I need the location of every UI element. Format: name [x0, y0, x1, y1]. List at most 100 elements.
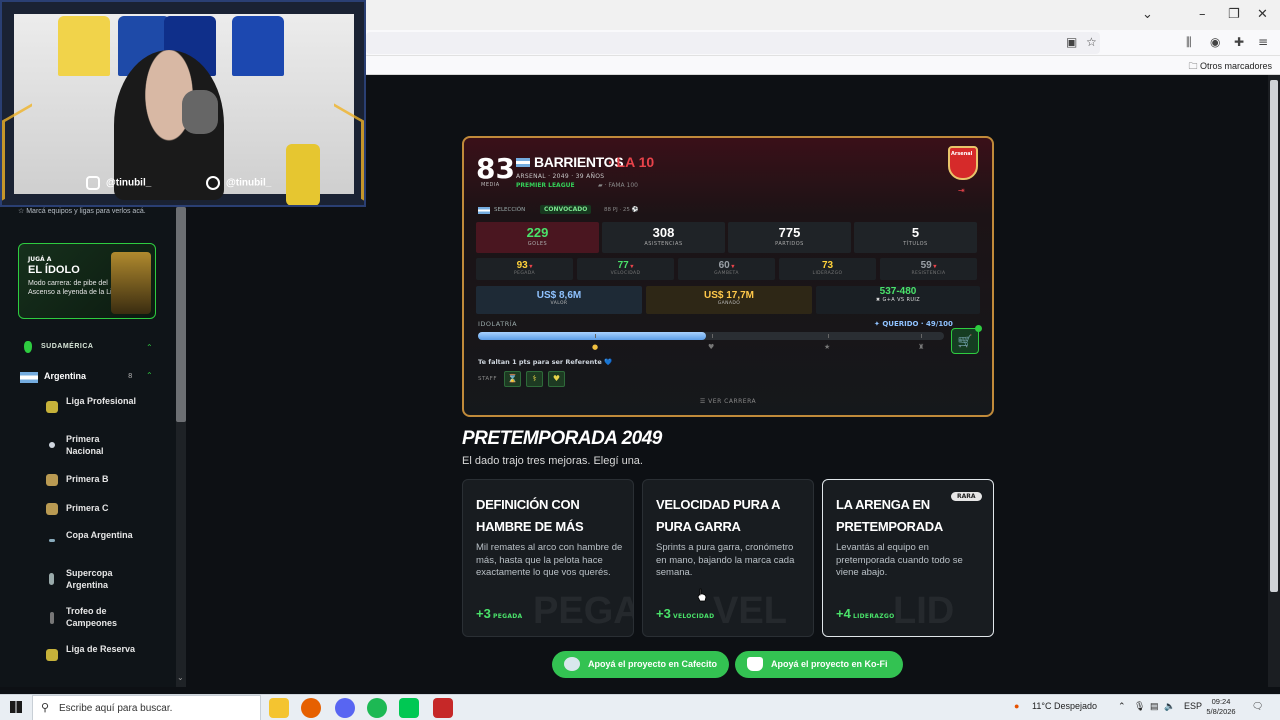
option-watermark: VEL — [713, 590, 787, 632]
idolatry-milestone-tick — [712, 334, 713, 338]
option-bonus: +3 — [656, 606, 671, 621]
account-icon[interactable]: ◉ — [1210, 35, 1220, 49]
national-team-stats: 88 PJ · 25 ⚽ — [604, 207, 639, 213]
webcam-overlay: @tinubil_ @tinubil_ — [0, 0, 366, 207]
library-icon[interactable]: ⫼ — [1186, 35, 1192, 50]
stat-assists: 308 ASISTENCIAS — [602, 222, 725, 253]
league-dot-icon — [49, 442, 55, 448]
country-league-count: 8 — [128, 372, 133, 380]
frame-right-decoration — [334, 103, 364, 201]
attr-liderazgo: 73 LIDERAZGO — [779, 258, 876, 280]
folder-icon: 🗀 — [1188, 61, 1200, 71]
preseason-title: PRETEMPORADA 2049 — [462, 428, 662, 449]
option-description: Mil remates al arco con hambre de más, h… — [476, 542, 623, 578]
league-name: Primera B — [66, 474, 109, 484]
menu-icon[interactable]: ≡ — [1258, 35, 1268, 49]
url-field[interactable] — [366, 32, 1100, 54]
staff-physio-icon[interactable]: ⚕ — [526, 371, 543, 387]
staff-trainer-icon[interactable]: ⌛ — [504, 371, 521, 387]
logout-icon[interactable]: ⇥ — [958, 186, 965, 195]
league-name: Primera C — [66, 503, 109, 513]
weather-text[interactable]: 11°C Despejado — [1032, 701, 1097, 711]
league-crest-icon — [46, 503, 58, 515]
idolatry-milestone-tick — [921, 334, 922, 338]
referente-message: Te faltan 1 pts para ser Referente 💙 — [478, 358, 613, 366]
file-explorer-icon[interactable] — [269, 698, 289, 718]
taskbar-clock[interactable]: 09:24 5/8/2026 — [1204, 697, 1238, 717]
chevron-up-icon[interactable]: ⌃ — [146, 371, 153, 380]
option-description: Sprints a pura garra, cronómetro en mano… — [656, 542, 795, 578]
league-trophy-icon — [50, 612, 54, 624]
clock-date: 5/8/2026 — [1206, 707, 1236, 716]
restore-icon[interactable]: ❐ — [1228, 7, 1240, 22]
stat-titles: 5 TÍTULOS — [854, 222, 977, 253]
clock-time: 09:24 — [1211, 697, 1231, 706]
tab-list-chevron-icon[interactable]: ⌄ — [1142, 7, 1153, 22]
upgrade-option-velocidad[interactable]: VEL VELOCIDAD PURA A PURA GARRA Sprints … — [642, 479, 814, 637]
league-name: Liga de Reserva — [66, 644, 136, 654]
league-name: Liga Profesional — [66, 396, 137, 406]
option-attribute: LIDERAZGO — [853, 613, 895, 620]
option-title: DEFINICIÓN CON HAMBRE DE MÁS — [476, 497, 584, 534]
club-crest-label: Arsenal — [951, 151, 973, 157]
spotify-icon[interactable] — [367, 698, 387, 718]
tiktok-handle: @tinubil_ — [206, 176, 271, 190]
extensions-icon[interactable]: ✚ — [1234, 35, 1244, 49]
upgrade-option-pegada[interactable]: PEGADA DEFINICIÓN CON HAMBRE DE MÁS Mil … — [462, 479, 634, 637]
volume-icon[interactable]: 🔈 — [1164, 701, 1175, 712]
minimize-icon[interactable]: – — [1199, 7, 1206, 22]
option-title: VELOCIDAD PURA A PURA GARRA — [656, 497, 780, 534]
reader-view-icon[interactable]: ▣ — [1066, 35, 1077, 49]
upgrade-option-liderazgo[interactable]: LID RARA LA ARENGA EN PRETEMPORADA Levan… — [822, 479, 994, 637]
page-scroll-thumb[interactable] — [1270, 80, 1278, 592]
argentina-flag-icon — [516, 158, 530, 167]
app-icon[interactable] — [399, 698, 419, 718]
other-bookmarks-folder[interactable]: 🗀 Otros marcadores — [1188, 59, 1272, 75]
player-league: PREMIER LEAGUE — [516, 182, 575, 189]
trophy-icon: ♜ — [918, 343, 925, 351]
headset — [182, 90, 218, 134]
league-name: Supercopa Argentina — [66, 568, 113, 590]
language-indicator[interactable]: ESP — [1184, 701, 1202, 711]
rival-comparison: 537-480 ✖ G+A VS RUIZ — [816, 286, 980, 314]
close-icon[interactable]: ✕ — [1257, 7, 1268, 22]
country-name: Argentina — [44, 371, 87, 381]
idol-mode-promo[interactable]: JUGÁ A EL ÍDOLO Modo carrera: de pibe de… — [18, 243, 156, 319]
hand-cursor-icon — [697, 588, 707, 602]
option-bonus: +3 — [476, 606, 491, 621]
view-career-link[interactable]: ☰ VER CARRERA — [464, 398, 992, 405]
chevron-up-icon[interactable]: ⌃ — [1118, 701, 1126, 712]
promo-kicker: JUGÁ A — [28, 256, 52, 263]
taskbar-search-input[interactable]: ⚲ Escribe aquí para buscar. — [32, 695, 261, 720]
league-name: Copa Argentina — [66, 530, 133, 540]
argentina-flag-icon — [20, 372, 38, 383]
windows-taskbar: ⚲ Escribe aquí para buscar. ● 11°C Despe… — [0, 694, 1280, 720]
windows-start-icon[interactable] — [10, 701, 22, 713]
weather-icon: ● — [1014, 701, 1020, 711]
region-south-america[interactable]: SUDAMÉRICA — [41, 343, 93, 350]
cart-icon: 🛒 — [957, 334, 973, 348]
discord-icon[interactable] — [335, 698, 355, 718]
option-attribute: PEGADA — [493, 613, 523, 620]
attr-resistencia: 59 ▾ RESISTENCIA — [880, 258, 977, 280]
firefox-icon[interactable] — [301, 698, 321, 718]
instagram-icon — [86, 176, 100, 190]
chevron-up-icon[interactable]: ⌃ — [146, 343, 153, 352]
bookmark-star-icon[interactable]: ☆ — [1086, 35, 1097, 49]
other-bookmarks-label: Otros marcadores — [1199, 61, 1272, 71]
staff-mentor-icon[interactable]: ♥ — [548, 371, 565, 387]
video-app-icon[interactable] — [433, 698, 453, 718]
network-icon[interactable]: ▤ — [1150, 701, 1159, 712]
scroll-down-arrow-icon[interactable]: ⌄ — [177, 673, 184, 682]
sidebar-scroll-thumb[interactable] — [176, 207, 186, 422]
notifications-icon[interactable]: 🗨 — [1252, 701, 1263, 712]
cafecito-support-button[interactable]: Apoyá el proyecto en Cafecito — [552, 651, 729, 678]
shop-cart-button[interactable]: 🛒 — [951, 328, 979, 354]
microphone-icon[interactable]: 🎙 — [1134, 701, 1145, 712]
player-nickname: · LA 10 — [608, 154, 655, 170]
argentina-flag-icon — [478, 207, 490, 214]
kofi-support-button[interactable]: Apoyá el proyecto en Ko-Fi — [735, 651, 903, 678]
idolatry-status: ✦ QUERIDO · 49/100 — [874, 320, 953, 328]
notification-dot — [975, 325, 982, 332]
option-bonus: +4 — [836, 606, 851, 621]
